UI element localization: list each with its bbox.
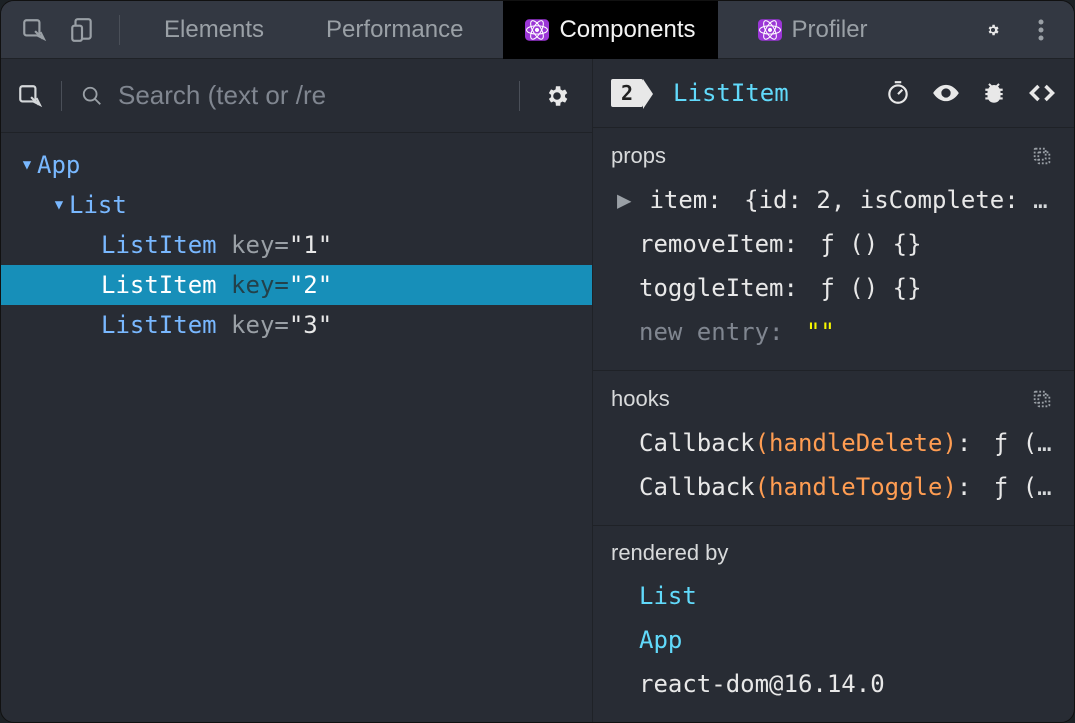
tab-profiler[interactable]: Profiler bbox=[736, 1, 890, 59]
hook-row[interactable]: Callback(handleDelete): ƒ () {} bbox=[593, 421, 1074, 465]
section-title: hooks bbox=[611, 386, 670, 412]
tab-label: Elements bbox=[164, 16, 264, 44]
tree-settings-gear-icon[interactable] bbox=[536, 83, 578, 109]
tree-row-listitem[interactable]: ListItem key="1" bbox=[1, 225, 592, 265]
more-menu-icon[interactable] bbox=[1026, 15, 1056, 45]
key-badge: 2 bbox=[611, 79, 643, 107]
key-value: "3" bbox=[289, 305, 332, 345]
device-toggle-icon[interactable] bbox=[67, 15, 97, 45]
rendered-by-section: rendered by List App react-dom@16.14.0 bbox=[593, 526, 1074, 722]
suspend-icon[interactable] bbox=[884, 79, 912, 107]
copy-icon[interactable] bbox=[1028, 142, 1056, 170]
copy-icon[interactable] bbox=[1028, 385, 1056, 413]
components-tree-pane: ▼ App ▼ List ListItem key="1" ListItem k… bbox=[1, 59, 593, 722]
component-name: ListItem bbox=[101, 305, 217, 345]
selected-component-name: ListItem bbox=[673, 79, 789, 107]
component-name: ListItem bbox=[101, 225, 217, 265]
component-name: ListItem bbox=[101, 265, 217, 305]
section-title: props bbox=[611, 143, 666, 169]
tab-performance[interactable]: Performance bbox=[304, 1, 485, 59]
view-source-icon[interactable] bbox=[1028, 79, 1056, 107]
component-name: List bbox=[69, 185, 127, 225]
caret-down-icon: ▼ bbox=[17, 145, 37, 185]
component-details-pane: 2 ListItem props ▶ item: {id: bbox=[593, 59, 1074, 722]
react-logo-icon bbox=[525, 18, 549, 42]
tree-row-listitem[interactable]: ListItem key="3" bbox=[1, 305, 592, 345]
search-bar bbox=[1, 59, 592, 133]
inspect-pointer-icon[interactable] bbox=[15, 81, 45, 111]
tab-label: Performance bbox=[326, 16, 463, 44]
inspect-dom-icon[interactable] bbox=[932, 79, 960, 107]
rendered-by-link[interactable]: List bbox=[593, 574, 1074, 618]
hook-row[interactable]: Callback(handleToggle): ƒ () {} bbox=[593, 465, 1074, 509]
separator bbox=[61, 81, 62, 111]
details-header: 2 ListItem bbox=[593, 59, 1074, 128]
react-version: react-dom@16.14.0 bbox=[593, 662, 1074, 706]
settings-gear-icon[interactable] bbox=[978, 15, 1008, 45]
inspect-element-icon[interactable] bbox=[19, 15, 49, 45]
rendered-by-link[interactable]: App bbox=[593, 618, 1074, 662]
tree-row-listitem-selected[interactable]: ListItem key="2" bbox=[1, 265, 592, 305]
props-section: props ▶ item: {id: 2, isComplete: t… rem… bbox=[593, 128, 1074, 371]
section-title: rendered by bbox=[611, 540, 728, 566]
prop-new-entry[interactable]: new entry: "" bbox=[593, 310, 1074, 354]
react-logo-icon bbox=[758, 18, 782, 42]
tab-label: Profiler bbox=[792, 16, 868, 44]
separator bbox=[119, 15, 120, 45]
component-name: App bbox=[37, 145, 80, 185]
caret-down-icon: ▼ bbox=[49, 185, 69, 225]
hooks-section: hooks Callback(handleDelete): ƒ () {} Ca… bbox=[593, 371, 1074, 526]
search-icon bbox=[78, 82, 106, 110]
tab-label: Components bbox=[559, 16, 695, 44]
key-attr: key= bbox=[231, 305, 289, 345]
debug-icon[interactable] bbox=[980, 79, 1008, 107]
tab-elements[interactable]: Elements bbox=[142, 1, 286, 59]
prop-row[interactable]: ▶ item: {id: 2, isComplete: t… bbox=[593, 178, 1074, 222]
prop-row[interactable]: removeItem: ƒ () {} bbox=[593, 222, 1074, 266]
tree-row-app[interactable]: ▼ App bbox=[1, 145, 592, 185]
prop-row[interactable]: toggleItem: ƒ () {} bbox=[593, 266, 1074, 310]
tab-components[interactable]: Components bbox=[503, 1, 717, 59]
expand-icon[interactable]: ▶ bbox=[617, 180, 635, 220]
top-toolbar: Elements Performance Components Profiler bbox=[1, 1, 1074, 59]
key-attr: key= bbox=[231, 265, 289, 305]
devtools-window: Elements Performance Components Profiler bbox=[0, 0, 1075, 723]
key-value: "2" bbox=[289, 265, 332, 305]
separator bbox=[519, 81, 520, 111]
key-attr: key= bbox=[231, 225, 289, 265]
search-input[interactable] bbox=[118, 80, 503, 111]
component-tree: ▼ App ▼ List ListItem key="1" ListItem k… bbox=[1, 133, 592, 345]
key-value: "1" bbox=[289, 225, 332, 265]
tree-row-list[interactable]: ▼ List bbox=[1, 185, 592, 225]
